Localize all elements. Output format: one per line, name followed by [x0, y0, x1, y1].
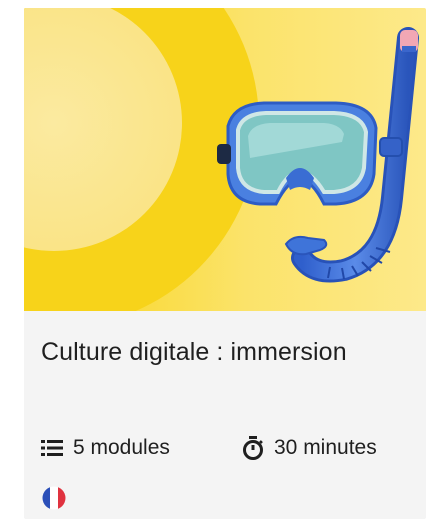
modules-label: 5 modules [73, 436, 170, 459]
list-icon [41, 440, 63, 456]
modules-count: 5 modules [41, 435, 170, 461]
course-thumbnail [24, 8, 426, 311]
french-flag-icon [42, 486, 66, 510]
duration-label: 30 minutes [274, 436, 377, 459]
course-title[interactable]: Culture digitale : immersion [41, 338, 347, 367]
course-duration: 30 minutes [242, 435, 377, 461]
course-card[interactable]: Culture digitale : immersion 5 modules 3… [24, 8, 426, 519]
stopwatch-icon [243, 436, 263, 460]
snorkel-mask-illustration [24, 8, 426, 311]
